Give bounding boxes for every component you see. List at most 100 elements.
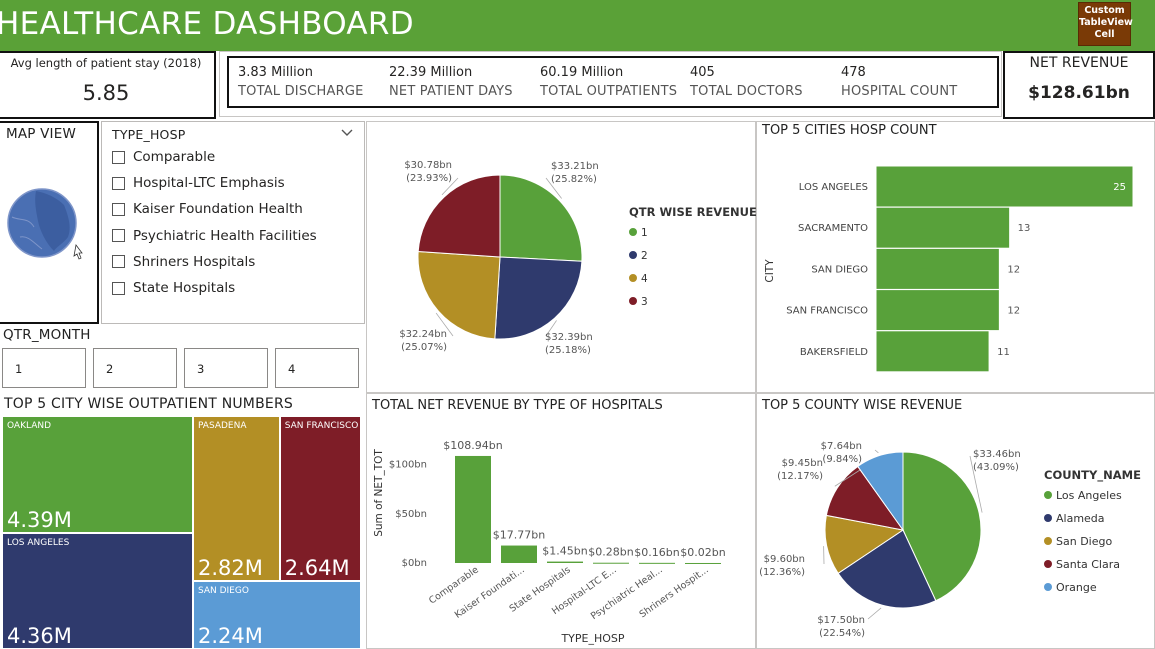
chart-title: TOP 5 CITIES HOSP COUNT (761, 123, 937, 138)
data-label: $30.78bn (404, 160, 452, 171)
qtr-month-button-2[interactable]: 2 (93, 348, 177, 388)
chart-title: TOTAL NET REVENUE BY TYPE OF HOSPITALS (371, 398, 663, 413)
legend-item: 3 (641, 296, 648, 308)
data-label: $108.94bn (443, 439, 502, 452)
net-revenue-label: NET REVENUE (1029, 55, 1129, 71)
county-revenue-pie-chart: TOP 5 COUNTY WISE REVENUE $33.46bn (43.09%… (759, 398, 1141, 639)
leader-line (867, 607, 882, 620)
legend-item: 1 (641, 227, 648, 239)
treemap-tile-value: 4.36M (7, 623, 72, 648)
type-hosp-option[interactable]: Comparable (112, 144, 317, 170)
data-label: 13 (1018, 223, 1031, 234)
checkbox[interactable] (112, 176, 125, 190)
checkbox[interactable] (112, 229, 125, 243)
data-label: $0.02bn (680, 546, 725, 559)
qtr-month-button-4[interactable]: 4 (275, 348, 359, 388)
type-hosp-option-label: State Hospitals (133, 280, 236, 297)
type-hosp-option-label: Kaiser Foundation Health (133, 201, 303, 218)
data-label: $9.60bn (764, 554, 805, 565)
kpi-label: TOTAL OUTPATIENTS (540, 84, 678, 99)
bar-sacramento[interactable] (875, 206, 1011, 249)
net-revenue-card: NET REVENUE $128.61bn (1003, 51, 1155, 119)
outpatient-treemap-panel: TOP 5 CITY WISE OUTPATIENT NUMBERS OAKLA… (0, 393, 366, 649)
legend-marker (1044, 560, 1052, 568)
pie-slice-3[interactable] (417, 174, 501, 258)
map-view-panel[interactable]: MAP VIEW (0, 121, 99, 324)
data-label-percent: (12.17%) (777, 471, 823, 482)
kpi-value: 22.39 Million (389, 65, 473, 80)
legend-item: 4 (641, 273, 648, 285)
treemap-tile-pasadena[interactable]: PASADENA 2.82M (192, 416, 280, 582)
pie-slice-4[interactable] (417, 250, 501, 340)
treemap-tile-oakland[interactable]: OAKLAND 4.39M (2, 416, 193, 533)
bar-3[interactable] (547, 561, 583, 563)
kpi-value: 60.19 Million (540, 65, 624, 80)
qtr-month-button-3[interactable]: 3 (184, 348, 268, 388)
treemap-tile-san-francisco[interactable]: SAN FRANCISCO 2.64M (279, 416, 361, 582)
treemap-tile-name: SAN FRANCISCO (284, 421, 359, 431)
outpatient-treemap-title: TOP 5 CITY WISE OUTPATIENT NUMBERS (4, 396, 293, 412)
data-label: $1.45bn (542, 545, 587, 558)
bar-6[interactable] (685, 562, 721, 564)
checkbox[interactable] (112, 150, 125, 164)
bar-san-francisco[interactable] (875, 289, 1000, 332)
avg-stay-card: Avg length of patient stay (2018) 5.85 (0, 51, 216, 119)
bar-1[interactable] (455, 455, 491, 563)
y-axis-label: Sum of NET_TOT (373, 449, 385, 537)
checkbox[interactable] (112, 202, 125, 216)
treemap-tile-name: OAKLAND (7, 421, 52, 431)
bar-san-diego[interactable] (875, 247, 1000, 290)
pie-slice-2[interactable] (494, 256, 583, 340)
bar-4[interactable] (593, 562, 629, 564)
type-hosp-option[interactable]: Psychiatric Health Facilities (112, 223, 317, 249)
treemap-tile-value: 2.82M (197, 556, 263, 581)
checkbox[interactable] (112, 281, 125, 295)
avg-stay-label: Avg length of patient stay (2018) (10, 56, 202, 70)
type-hosp-option[interactable]: Shriners Hospitals (112, 249, 317, 275)
category-label: SAN DIEGO (811, 264, 868, 275)
bar-2[interactable] (501, 545, 537, 563)
chevron-down-icon[interactable] (340, 128, 354, 138)
data-label-percent: (23.93%) (406, 173, 452, 184)
legend-item: Alameda (1056, 512, 1105, 525)
treemap-tile-name: SAN DIEGO (197, 586, 249, 597)
custom-button-line-1: Custom (1084, 5, 1125, 16)
cities-hosp-bar-chart: TOP 5 CITIES HOSP COUNT CITY LOS ANGELES 25… (761, 123, 1134, 373)
bar-5[interactable] (639, 562, 675, 564)
type-hosp-option[interactable]: Hospital-LTC Emphasis (112, 170, 317, 196)
type-hosp-slicer: TYPE_HOSP Comparable Hospital-LTC Emphasi… (101, 121, 365, 324)
qtr-revenue-pie-chart: $33.21bn (25.82%) $32.39bn (25.18%) $32.24bn… (399, 160, 756, 356)
treemap-tile-los-angeles[interactable]: LOS ANGELES 4.36M (2, 532, 193, 649)
pie-slice-1[interactable] (499, 174, 583, 262)
data-label: $33.21bn (551, 161, 599, 172)
custom-button-line-3: Cell (1094, 29, 1115, 40)
legend-title: COUNTY_NAME (1044, 468, 1141, 483)
legend-marker (1044, 514, 1052, 522)
custom-button-line-2: TableView (1079, 17, 1133, 28)
leader-line (874, 449, 879, 454)
type-hosp-list: Comparable Hospital-LTC Emphasis Kaiser Fo… (112, 144, 317, 301)
outpatient-treemap: OAKLAND 4.39M LOS ANGELES 4.36M PASADENA 2.82… (2, 416, 361, 649)
legend-item: Santa Clara (1056, 558, 1120, 571)
type-hosp-option[interactable]: Kaiser Foundation Health (112, 196, 317, 222)
treemap-tile-san-diego[interactable]: SAN DIEGO 2.24M (192, 581, 361, 649)
data-label: $17.50bn (817, 615, 865, 626)
qtr-month-button-1[interactable]: 1 (2, 348, 86, 388)
kpi-label: TOTAL DISCHARGE (238, 84, 364, 99)
data-label-percent: (9.84%) (822, 454, 862, 465)
bar-los-angeles[interactable] (875, 165, 1134, 208)
data-label-percent: (25.07%) (401, 342, 447, 353)
revenue-by-type-bar-chart: TOTAL NET REVENUE BY TYPE OF HOSPITALS Su… (371, 398, 726, 645)
category-label: SACRAMENTO (798, 223, 868, 234)
data-label: $17.77bn (493, 529, 545, 542)
bar-bakersfield[interactable] (875, 330, 990, 373)
data-label: $0.16bn (634, 546, 679, 559)
y-axis-label: CITY (764, 259, 776, 283)
legend-marker (629, 251, 637, 259)
type-hosp-option-label: Shriners Hospitals (133, 253, 256, 270)
globe-icon (7, 188, 83, 260)
type-hosp-option[interactable]: State Hospitals (112, 275, 317, 301)
custom-tableview-cell-button[interactable]: Custom TableView Cell (1078, 2, 1133, 46)
checkbox[interactable] (112, 255, 125, 269)
qtr-month-title: QTR_MONTH (3, 327, 91, 343)
